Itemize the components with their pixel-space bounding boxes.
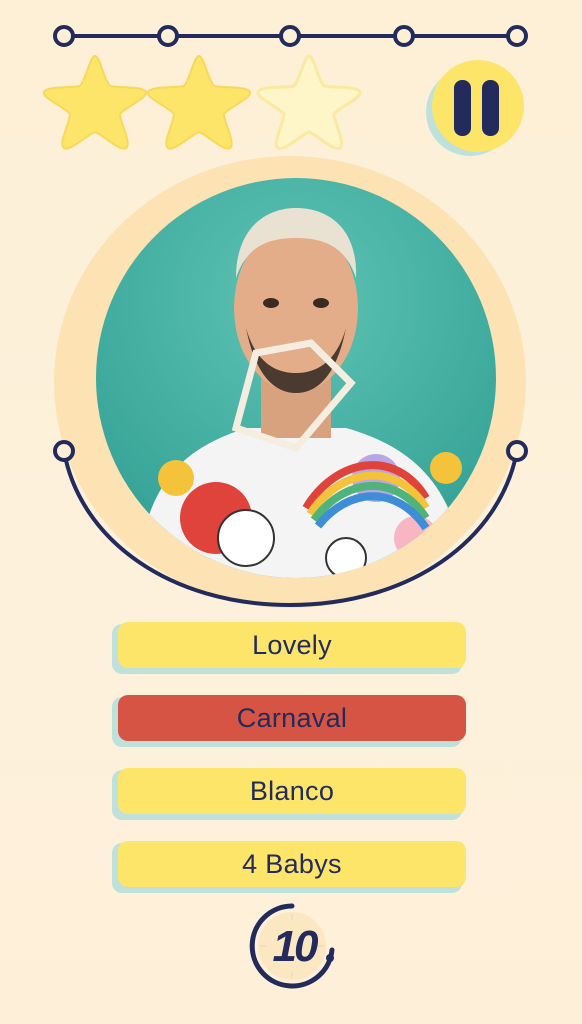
answer-button-1[interactable]: Lovely [112, 622, 468, 674]
answer-button-4[interactable]: 4 Babys [112, 841, 468, 893]
answer-label: Carnaval [118, 695, 466, 741]
progress-dot [53, 25, 75, 47]
star-filled-icon [43, 54, 147, 150]
star-empty-icon [256, 54, 362, 151]
answer-options: Lovely Carnaval Blanco 4 Babys [112, 622, 470, 914]
progress-dot [157, 25, 179, 47]
question-portrait-frame [40, 150, 542, 620]
pause-icon [426, 60, 524, 156]
answer-label: Lovely [118, 622, 466, 668]
answer-button-2[interactable]: Carnaval [112, 695, 468, 747]
answer-label: 4 Babys [118, 841, 466, 887]
progress-dot [506, 25, 528, 47]
pause-button[interactable] [420, 58, 532, 158]
timer-value: 10 [272, 922, 319, 971]
progress-dot [279, 25, 301, 47]
star-filled-icon [147, 54, 251, 150]
answer-button-3[interactable]: Blanco [112, 768, 468, 820]
artist-photo-illustration [136, 208, 466, 578]
answer-label: Blanco [118, 768, 466, 814]
star-rating [40, 52, 370, 152]
artist-photo [96, 178, 496, 578]
progress-dot [393, 25, 415, 47]
countdown-timer: 10 [246, 900, 342, 996]
